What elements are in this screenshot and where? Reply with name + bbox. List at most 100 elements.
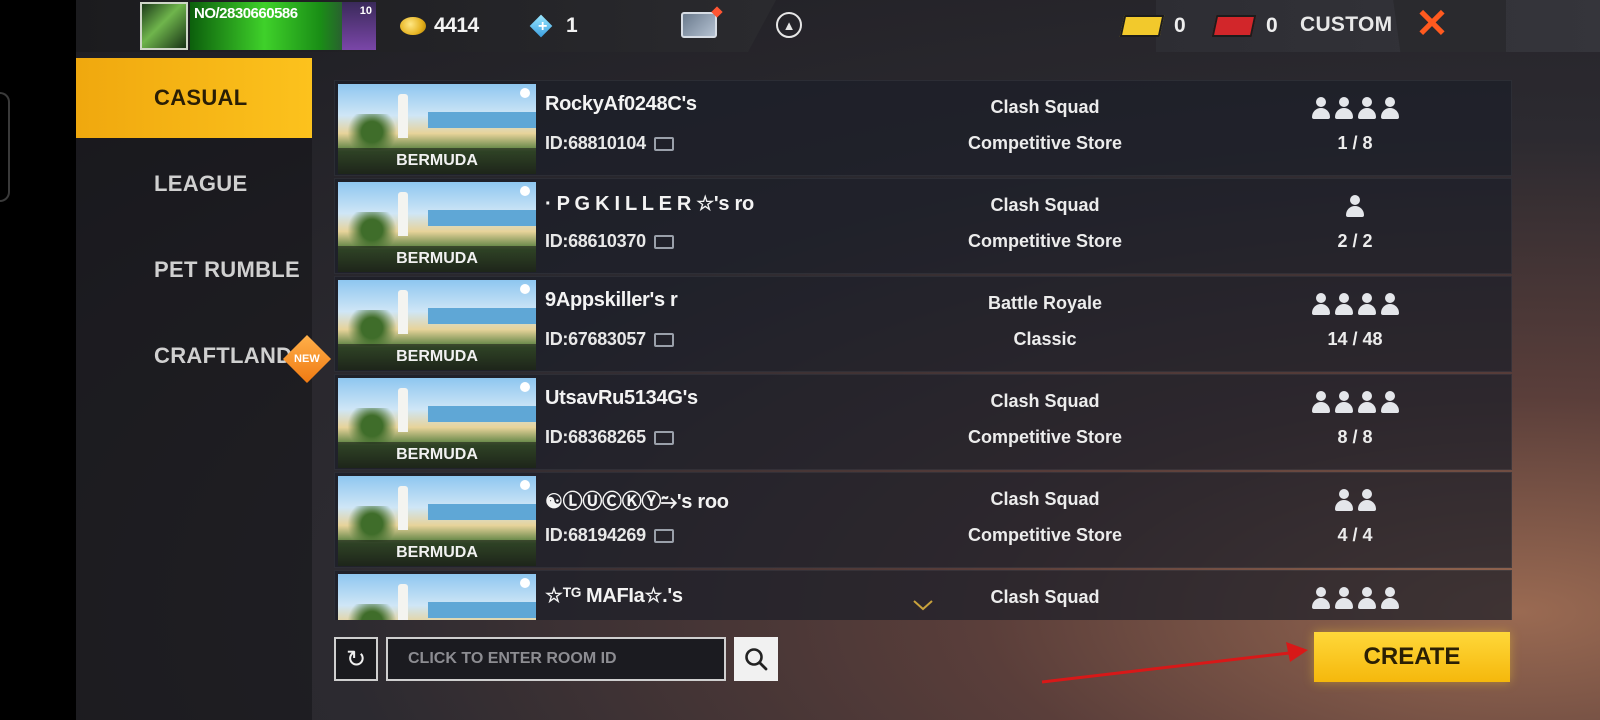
screen-icon [653, 136, 674, 151]
room-name: ☆ᵀᴳ MAFIa☆.'s [545, 585, 683, 607]
coin-balance[interactable]: 4414 [400, 12, 479, 40]
red-ticket[interactable]: 0 [1211, 14, 1278, 38]
device-bezel [0, 0, 76, 720]
diamond-count: 1 [566, 14, 578, 37]
person-icon [1311, 391, 1331, 413]
screen-icon [653, 528, 674, 543]
refresh-button[interactable]: ↻ [334, 637, 378, 681]
card-icon[interactable] [681, 6, 723, 38]
red-ticket-count: 0 [1266, 14, 1278, 37]
room-name: · P G K I L L E R ☆'s ro [545, 193, 754, 215]
person-icon [1357, 97, 1377, 119]
map-corner-icon [520, 284, 530, 294]
search-button[interactable] [734, 637, 778, 681]
screen-icon [653, 430, 674, 445]
room-name: RockyAf0248C's [545, 93, 697, 115]
room-id: ID:68610370 [545, 231, 674, 252]
map-palm [342, 604, 402, 620]
map-sea [428, 504, 536, 520]
map-thumbnail: BERMUDA [338, 84, 536, 174]
map-palm [342, 212, 402, 248]
map-palm [342, 506, 402, 542]
map-lighthouse [398, 486, 408, 530]
room-mode: Battle Royale [987, 293, 1103, 313]
room-player-icons [1265, 97, 1445, 119]
room-row[interactable]: BERMUDA 9Appskiller's r ID:67683057 Battle … [334, 276, 1512, 372]
level-tag: 10 [359, 5, 372, 17]
person-icon [1334, 97, 1354, 119]
tab-league[interactable]: LEAGUE [76, 144, 312, 224]
person-icon [1357, 587, 1377, 609]
room-player-icons [1265, 293, 1445, 315]
room-mode: Clash Squad [990, 97, 1100, 117]
map-lighthouse [398, 584, 408, 620]
person-icon [1334, 489, 1354, 511]
room-id: ID:68194269 [545, 525, 674, 546]
map-corner-icon [520, 88, 530, 98]
person-icon [1311, 293, 1331, 315]
person-icon [1357, 293, 1377, 315]
tab-craftland[interactable]: CRAFTLAND [76, 316, 312, 396]
room-id: ID:68368265 [545, 427, 674, 448]
map-lighthouse [398, 388, 408, 432]
room-row[interactable]: BERMUDA ☯ⓁⓊⒸⓀⓎ⥲'s roo ID:68194269 Clash Squ… [334, 472, 1512, 568]
mode-label: CUSTOM [1300, 13, 1393, 36]
map-thumbnail: BERMUDA [338, 476, 536, 566]
player-banner[interactable]: NO/2830660586 10 [190, 2, 376, 50]
tab-pet-rumble[interactable]: PET RUMBLE [76, 230, 312, 310]
top-bar: NO/2830660586 10 4414 1 ▲ 0 0 CUSTOM ✕ [76, 0, 1600, 52]
room-row[interactable]: BERMUDA · P G K I L L E R ☆'s ro ID:686103… [334, 178, 1512, 274]
map-label: BERMUDA [338, 442, 536, 468]
avatar[interactable] [140, 2, 188, 50]
person-icon [1334, 293, 1354, 315]
map-sea [428, 308, 536, 324]
room-mode: Clash Squad [990, 489, 1100, 509]
yellow-ticket-icon [1119, 15, 1165, 37]
room-player-count: 14 / 48 [1327, 329, 1383, 349]
person-icon [1311, 97, 1331, 119]
room-player-count: 4 / 4 [1337, 525, 1373, 545]
screen-icon [653, 234, 674, 249]
map-thumbnail: BERMUDA [338, 280, 536, 370]
map-thumbnail [338, 574, 536, 620]
person-icon [1380, 97, 1400, 119]
yellow-ticket-count: 0 [1174, 14, 1186, 37]
coin-count: 4414 [434, 14, 479, 37]
refresh-icon: ↻ [345, 645, 367, 673]
map-label: BERMUDA [338, 540, 536, 566]
red-ticket-icon [1211, 15, 1257, 37]
yellow-ticket[interactable]: 0 [1119, 14, 1186, 38]
tab-casual[interactable]: CASUAL [76, 58, 312, 138]
diamond-balance[interactable]: 1 [528, 12, 578, 40]
map-lighthouse [398, 94, 408, 138]
person-icon [1334, 391, 1354, 413]
cloud-upload-icon[interactable]: ▲ [776, 12, 802, 38]
room-id-input[interactable] [386, 637, 726, 681]
room-submode: Classic [1013, 329, 1077, 349]
map-corner-icon [520, 578, 530, 588]
close-button[interactable]: ✕ [1393, 0, 1506, 52]
create-button[interactable]: CREATE [1314, 632, 1510, 682]
map-palm [342, 310, 402, 346]
room-player-count: 8 / 8 [1337, 427, 1373, 447]
room-row[interactable]: BERMUDA RockyAf0248C's ID:68810104 Clash Sq… [334, 80, 1512, 176]
map-corner-icon [520, 382, 530, 392]
room-id-text: ID:68610370 [545, 231, 646, 251]
room-player-count: 1 / 8 [1337, 133, 1373, 153]
person-icon [1380, 391, 1400, 413]
map-thumbnail: BERMUDA [338, 378, 536, 468]
diamond-plus-icon [528, 14, 558, 38]
room-row[interactable]: ☆ᵀᴳ MAFIa☆.'s Clash Squad [334, 570, 1512, 620]
room-id-text: ID:67683057 [545, 329, 646, 349]
room-mode: Clash Squad [990, 391, 1100, 411]
game-screen: NO/2830660586 10 4414 1 ▲ 0 0 CUSTOM ✕ C… [0, 0, 1600, 720]
room-row[interactable]: BERMUDA UtsavRu5134G's ID:68368265 Clash Sq… [334, 374, 1512, 470]
map-palm [342, 408, 402, 444]
room-id: ID:67683057 [545, 329, 674, 350]
person-icon [1357, 489, 1377, 511]
person-icon [1311, 587, 1331, 609]
room-player-icons [1265, 391, 1445, 413]
room-list[interactable]: BERMUDA RockyAf0248C's ID:68810104 Clash Sq… [334, 80, 1512, 620]
room-submode: Competitive Store [967, 525, 1123, 545]
person-icon [1380, 587, 1400, 609]
